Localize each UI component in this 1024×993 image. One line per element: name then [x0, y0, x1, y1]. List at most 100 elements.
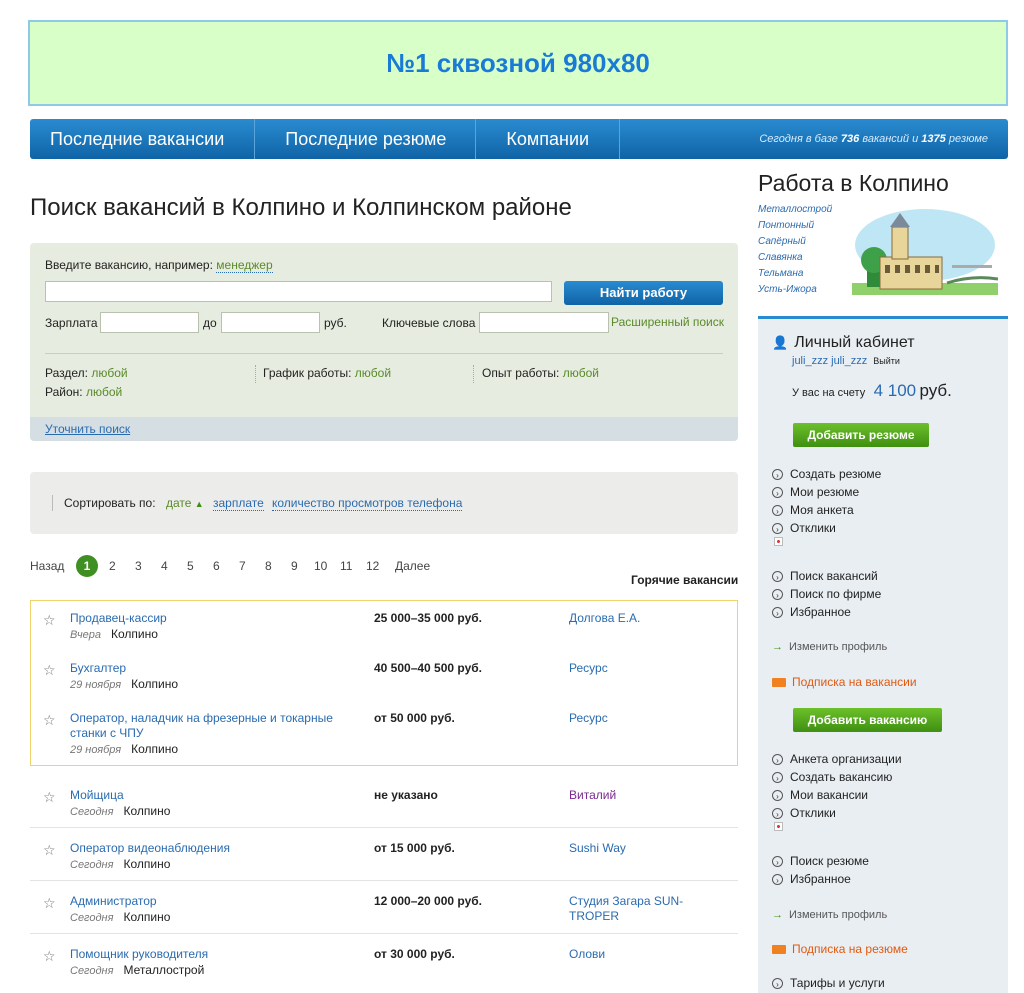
job-place: Колпино — [123, 804, 171, 818]
tab-companies[interactable]: Компании — [476, 119, 621, 159]
page-10[interactable]: 10 — [314, 559, 327, 573]
chevron-right-icon: › — [772, 873, 783, 885]
main-nav: Последние вакансии Последние резюме Комп… — [30, 119, 1008, 159]
keywords-input[interactable] — [479, 312, 609, 333]
vacancies-count: 736 — [840, 133, 860, 145]
menu-create-resume[interactable]: › Создать резюме — [772, 467, 881, 481]
town-link[interactable]: Славянка — [758, 250, 832, 266]
pagination-next[interactable]: Далее — [395, 559, 430, 573]
page-3[interactable]: 3 — [135, 559, 142, 573]
pagination-prev[interactable]: Назад — [30, 559, 64, 573]
page-11[interactable]: 11 — [340, 559, 352, 573]
page-6[interactable]: 6 — [213, 559, 220, 573]
job-company[interactable]: Ресурс — [569, 661, 608, 676]
salary-to-input[interactable] — [221, 312, 320, 333]
menu-my-resumes[interactable]: › Мои резюме — [772, 485, 859, 499]
town-illustration — [852, 209, 998, 295]
add-vacancy-button[interactable]: Добавить вакансию — [793, 708, 942, 732]
town-link[interactable]: Понтонный — [758, 218, 832, 234]
add-resume-button[interactable]: Добавить резюме — [793, 423, 929, 447]
sort-by-salary[interactable]: зарплате — [213, 496, 264, 511]
arrow-right-icon: → — [772, 909, 783, 921]
page-8[interactable]: 8 — [265, 559, 272, 573]
menu-org-responses[interactable]: › Отклики — [772, 806, 836, 820]
job-title[interactable]: Мойщица — [70, 788, 124, 803]
menu-responses[interactable]: › Отклики — [772, 521, 836, 535]
job-title[interactable]: Бухгалтер — [70, 661, 126, 676]
logout-link[interactable]: Выйти — [873, 356, 900, 366]
job-title[interactable]: Оператор видеонаблюдения — [70, 841, 230, 856]
chevron-right-icon: › — [772, 753, 783, 765]
job-title[interactable]: Администратор — [70, 894, 157, 909]
job-salary: 40 500–40 500 руб. — [374, 661, 483, 675]
page-9[interactable]: 9 — [291, 559, 298, 573]
star-icon[interactable]: ☆ — [43, 712, 56, 729]
user-cabinet-panel: 👤 Личный кабинет juli_zzz juli_zzz Выйти… — [758, 316, 1008, 993]
town-link[interactable]: Тельмана — [758, 266, 832, 282]
star-icon[interactable]: ☆ — [43, 612, 56, 629]
filter-divider — [473, 365, 474, 383]
tab-latest-vacancies[interactable]: Последние вакансии — [30, 119, 256, 159]
subscribe-vacancies-link[interactable]: Подписка на вакансии — [772, 675, 917, 689]
star-icon[interactable]: ☆ — [43, 895, 56, 912]
job-company[interactable]: Виталий — [569, 788, 616, 803]
page-5[interactable]: 5 — [187, 559, 194, 573]
vacancy-search-input[interactable] — [45, 281, 552, 302]
advanced-search-link[interactable]: Расширенный поиск — [611, 315, 724, 329]
page-7[interactable]: 7 — [239, 559, 246, 573]
star-icon[interactable]: ☆ — [43, 842, 56, 859]
menu-favorites[interactable]: › Избранное — [772, 605, 851, 619]
star-icon[interactable]: ☆ — [43, 789, 56, 806]
refine-search-link[interactable]: Уточнить поиск — [45, 422, 130, 436]
sort-by-views[interactable]: количество просмотров телефона — [272, 496, 463, 511]
chevron-right-icon: › — [772, 807, 783, 819]
page-4[interactable]: 4 — [161, 559, 168, 573]
row-divider — [30, 933, 738, 934]
job-title[interactable]: Оператор, наладчик на фрезерные и токарн… — [70, 711, 345, 741]
sort-by-date[interactable]: дате ▲ — [166, 496, 204, 510]
job-title[interactable]: Продавец-кассир — [70, 611, 167, 626]
schedule-filter[interactable]: График работы: любой — [263, 366, 391, 380]
menu-search-by-company[interactable]: › Поиск по фирме — [772, 587, 881, 601]
subscribe-resumes-link[interactable]: Подписка на резюме — [772, 942, 908, 956]
page-1[interactable]: 1 — [76, 555, 98, 577]
job-company[interactable]: Ресурс — [569, 711, 608, 726]
job-title[interactable]: Помощник руководителя — [70, 947, 208, 962]
job-company[interactable]: Олови — [569, 947, 605, 962]
menu-search-vacancies[interactable]: › Поиск вакансий — [772, 569, 878, 583]
town-link[interactable]: Металлострой — [758, 202, 832, 218]
menu-my-vacancies[interactable]: › Мои вакансии — [772, 788, 868, 802]
town-link[interactable]: Усть-Ижора — [758, 282, 832, 298]
job-company[interactable]: Долгова Е.А. — [569, 611, 640, 626]
example-link[interactable]: менеджер — [216, 258, 273, 273]
search-form: Введите вакансию, например: менеджер Най… — [30, 243, 738, 441]
section-filter[interactable]: Раздел: любой — [45, 366, 128, 380]
job-company[interactable]: Sushi Way — [569, 841, 626, 856]
page-12[interactable]: 12 — [366, 559, 379, 573]
menu-my-profile[interactable]: › Моя анкета — [772, 503, 854, 517]
menu-create-vacancy[interactable]: › Создать вакансию — [772, 770, 892, 784]
edit-profile-link-2[interactable]: → Изменить профиль — [772, 909, 887, 921]
experience-filter[interactable]: Опыт работы: любой — [482, 366, 599, 380]
page-2[interactable]: 2 — [109, 559, 116, 573]
job-place: Колпино — [131, 677, 179, 691]
menu-tariffs[interactable]: › Тарифы и услуги — [772, 976, 885, 990]
district-filter[interactable]: Район: любой — [45, 385, 122, 399]
user-name-link[interactable]: juli_zzz juli_zzz — [792, 355, 867, 367]
user-line: juli_zzz juli_zzz Выйти — [792, 355, 900, 367]
star-icon[interactable]: ☆ — [43, 662, 56, 679]
top-banner[interactable]: №1 сквозной 980x80 — [28, 20, 1008, 106]
job-company[interactable]: Студия Загара SUN-TROPER — [569, 894, 704, 924]
town-list: Металлострой Понтонный Сапёрный Славянка… — [758, 202, 832, 298]
edit-profile-link[interactable]: → Изменить профиль — [772, 641, 887, 653]
tab-latest-resumes[interactable]: Последние резюме — [255, 119, 477, 159]
find-job-button[interactable]: Найти работу — [564, 281, 723, 305]
star-icon[interactable]: ☆ — [43, 948, 56, 965]
salary-label: Зарплата — [45, 316, 98, 330]
menu-search-resumes[interactable]: › Поиск резюме — [772, 854, 869, 868]
menu-favorites-2[interactable]: › Избранное — [772, 872, 851, 886]
menu-org-profile[interactable]: › Анкета организации — [772, 752, 902, 766]
salary-from-input[interactable] — [100, 312, 199, 333]
search-prompt: Введите вакансию, например: менеджер — [45, 258, 273, 273]
town-link[interactable]: Сапёрный — [758, 234, 832, 250]
